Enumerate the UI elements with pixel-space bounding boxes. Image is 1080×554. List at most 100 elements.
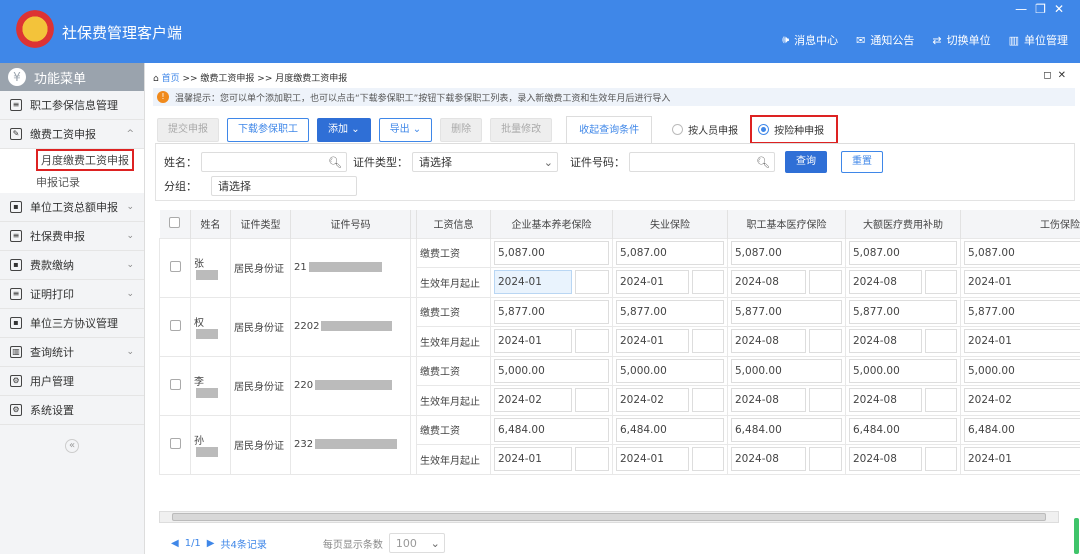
radio-by-person[interactable]: 按人员申报: [672, 122, 738, 137]
sidebar-item[interactable]: ✎ 缴费工资申报 ^: [0, 120, 144, 149]
wage-input[interactable]: 5,000.00: [964, 358, 1080, 383]
sidebar-item[interactable]: ≡ 社保费申报 ⌄: [0, 222, 144, 251]
sidebar-item[interactable]: ≡ 职工参保信息管理: [0, 91, 144, 120]
end-month-input[interactable]: [692, 329, 724, 354]
close-panel-icon[interactable]: ✕: [1058, 70, 1072, 81]
header-nav-item[interactable]: ▥ 单位管理: [1009, 32, 1068, 48]
export-button[interactable]: 导出 ⌄: [378, 117, 433, 142]
header-nav-item[interactable]: 🕪 消息中心: [782, 32, 838, 48]
maximize-panel-icon[interactable]: ◻: [1043, 70, 1057, 81]
vertical-scrollbar[interactable]: [1074, 518, 1079, 554]
start-month-input[interactable]: 2024-01: [616, 447, 690, 472]
breadcrumb-home[interactable]: 首页: [162, 74, 180, 84]
sidebar-item[interactable]: ⚙ 用户管理: [0, 367, 144, 396]
end-month-input[interactable]: [925, 270, 957, 295]
row-checkbox[interactable]: [169, 319, 181, 331]
start-month-input[interactable]: 2024-08: [731, 447, 807, 472]
start-month-input[interactable]: 2024-01: [616, 270, 690, 295]
batch-edit-button[interactable]: 批量修改: [490, 117, 553, 142]
start-month-input[interactable]: 2024-01: [964, 329, 1080, 354]
end-month-input[interactable]: [575, 388, 609, 413]
wage-input[interactable]: 6,484.00: [964, 417, 1080, 442]
idtype-select[interactable]: 请选择 ⌄: [412, 152, 558, 172]
wage-input[interactable]: 5,877.00: [964, 299, 1080, 324]
column-header[interactable]: 大额医疗费用补助: [845, 210, 961, 238]
end-month-input[interactable]: [692, 447, 724, 472]
wage-input[interactable]: 5,000.00: [849, 358, 957, 383]
end-month-input[interactable]: [925, 388, 957, 413]
end-month-input[interactable]: [809, 270, 842, 295]
sidebar-subitem[interactable]: 月度缴费工资申报: [0, 149, 144, 171]
end-month-input[interactable]: [809, 447, 842, 472]
wage-input[interactable]: 5,087.00: [616, 240, 724, 265]
start-month-input[interactable]: 2024-08: [731, 388, 807, 413]
start-month-input[interactable]: 2024-01: [616, 329, 690, 354]
start-month-input[interactable]: 2024-01: [494, 329, 573, 354]
collapse-sidebar-button[interactable]: «: [65, 439, 79, 453]
sidebar-item[interactable]: ≡ 证明打印 ⌄: [0, 280, 144, 309]
start-month-input[interactable]: 2024-01: [494, 270, 573, 295]
search-button[interactable]: 查询: [785, 151, 827, 173]
end-month-input[interactable]: [692, 270, 724, 295]
header-nav-item[interactable]: ✉ 通知公告: [856, 32, 914, 48]
wage-input[interactable]: 5,087.00: [849, 240, 957, 265]
end-month-input[interactable]: [692, 388, 724, 413]
idno-input[interactable]: 🔍︎: [629, 152, 775, 172]
radio-by-insurance[interactable]: 按险种申报: [750, 115, 839, 144]
close-button[interactable]: ✕: [1054, 2, 1072, 16]
wage-input[interactable]: 5,877.00: [616, 299, 724, 324]
end-month-input[interactable]: [575, 329, 609, 354]
start-month-input[interactable]: 2024-02: [616, 388, 690, 413]
per-page-select[interactable]: 100 ⌄: [388, 533, 445, 553]
end-month-input[interactable]: [575, 270, 609, 295]
column-header[interactable]: 工资信息: [416, 210, 491, 238]
sidebar-subitem[interactable]: 申报记录: [0, 171, 144, 193]
row-checkbox[interactable]: [169, 437, 181, 449]
start-month-input[interactable]: 2024-08: [849, 270, 923, 295]
reset-button[interactable]: 重置: [841, 151, 883, 173]
sidebar-item[interactable]: ⚙ 系统设置: [0, 396, 144, 425]
submit-button[interactable]: 提交申报: [157, 117, 219, 142]
wage-input[interactable]: 5,000.00: [731, 358, 842, 383]
download-employees-button[interactable]: 下载参保职工: [227, 117, 309, 142]
name-input[interactable]: 🔍︎: [201, 152, 347, 172]
row-checkbox[interactable]: [169, 260, 181, 272]
wage-input[interactable]: 5,877.00: [494, 299, 609, 324]
sidebar-item[interactable]: ▪ 费款缴纳 ⌄: [0, 251, 144, 280]
search-icon[interactable]: 🔍︎: [328, 156, 342, 169]
start-month-input[interactable]: 2024-08: [849, 447, 923, 472]
wage-input[interactable]: 6,484.00: [731, 417, 842, 442]
sidebar-item[interactable]: ▪ 单位工资总额申报 ⌄: [0, 193, 144, 222]
start-month-input[interactable]: 2024-02: [964, 388, 1080, 413]
column-header[interactable]: 失业保险: [612, 210, 728, 238]
restore-button[interactable]: ❐: [1035, 2, 1054, 16]
header-nav-item[interactable]: ⇄ 切换单位: [932, 32, 990, 48]
search-icon[interactable]: 🔍︎: [756, 156, 770, 169]
wage-input[interactable]: 5,087.00: [731, 240, 842, 265]
column-header[interactable]: 企业基本养老保险: [490, 210, 613, 238]
scroll-thumb[interactable]: [172, 513, 1046, 521]
end-month-input[interactable]: [925, 447, 957, 472]
prev-page-button[interactable]: ◀: [171, 538, 179, 549]
start-month-input[interactable]: 2024-01: [964, 270, 1080, 295]
sidebar-item[interactable]: ▪ 单位三方协议管理: [0, 309, 144, 338]
end-month-input[interactable]: [925, 329, 957, 354]
group-select[interactable]: 请选择: [211, 176, 357, 196]
start-month-input[interactable]: 2024-08: [849, 329, 923, 354]
row-checkbox[interactable]: [169, 378, 181, 390]
start-month-input[interactable]: 2024-08: [849, 388, 923, 413]
wage-input[interactable]: 5,877.00: [731, 299, 842, 324]
column-header[interactable]: 证件号码: [290, 210, 411, 238]
sidebar-item[interactable]: ▥ 查询统计 ⌄: [0, 338, 144, 367]
wage-input[interactable]: 5,000.00: [616, 358, 724, 383]
wage-input[interactable]: 5,087.00: [964, 240, 1080, 265]
end-month-input[interactable]: [809, 388, 842, 413]
minimize-button[interactable]: —: [1015, 2, 1035, 16]
delete-button[interactable]: 删除: [440, 117, 483, 142]
wage-input[interactable]: 6,484.00: [616, 417, 724, 442]
end-month-input[interactable]: [575, 447, 609, 472]
column-header[interactable]: 职工基本医疗保险: [727, 210, 846, 238]
column-header[interactable]: 姓名: [190, 210, 231, 238]
select-all-checkbox[interactable]: [169, 216, 181, 228]
start-month-input[interactable]: 2024-08: [731, 329, 807, 354]
